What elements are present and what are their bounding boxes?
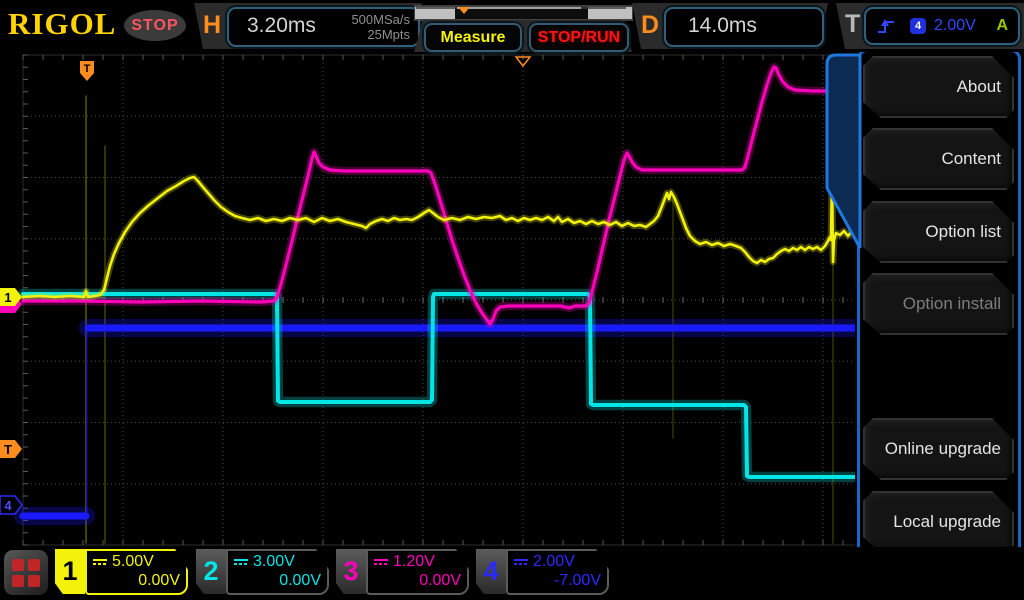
oscilloscope-screen: 1 T 4 T About Content Option list Option insta… <box>0 0 1024 600</box>
channel-number-tab: 3 <box>336 549 366 594</box>
channel-offset: -7.00V <box>514 572 601 592</box>
trigger-slope-icon <box>876 17 898 35</box>
channel-offset: 0.00V <box>93 572 180 592</box>
channel-box-2[interactable]: 2 3.00V 0.00V <box>196 549 329 594</box>
channel-box-3[interactable]: 3 1.20V 0.00V <box>336 549 469 594</box>
menu-button-option-list[interactable]: Option list <box>863 201 1014 263</box>
channel-box-1[interactable]: 1 5.00V 0.00V <box>55 549 188 594</box>
memory-position-bar[interactable] <box>414 5 633 21</box>
sample-rate-readout: 500MSa/s 25Mpts <box>351 12 410 42</box>
channel-number-tab: 1 <box>55 549 85 594</box>
trigger-box[interactable]: 4 2.00V A <box>864 7 1020 45</box>
dc-coupling-icon <box>234 559 248 565</box>
channel-offset: 0.00V <box>234 572 321 592</box>
timebase-box[interactable]: 3.20ms 500MSa/s 25Mpts <box>227 7 420 47</box>
channel-number: 3 <box>343 556 358 587</box>
channel-scale: 5.00V <box>112 553 154 571</box>
menu-button-about[interactable]: About <box>863 56 1014 118</box>
dc-coupling-icon <box>514 559 528 565</box>
channel-number-tab: 2 <box>196 549 226 594</box>
memory-depth: 25Mpts <box>351 27 410 42</box>
trigger-source-badge: 4 <box>910 18 926 34</box>
stop-run-button[interactable]: STOP/RUN <box>529 23 629 52</box>
rigol-logo: RIGOL <box>8 6 116 42</box>
channel-settings: 5.00V 0.00V <box>85 549 188 595</box>
trigger-level: 2.00V <box>934 17 976 35</box>
channel-number: 1 <box>62 556 77 587</box>
channel-scale: 2.00V <box>533 553 575 571</box>
sample-rate: 500MSa/s <box>351 12 410 27</box>
horizontal-label: H <box>203 11 221 40</box>
top-status-bar: RIGOL STOP H 3.20ms 500MSa/s 25Mpts Meas… <box>0 0 1024 52</box>
help-tab[interactable] <box>820 50 864 255</box>
delay-label: D <box>641 11 659 40</box>
channel-number-tab: 4 <box>476 549 506 594</box>
menu-grid-button[interactable] <box>4 550 48 595</box>
trigger-time-flag-label: T <box>84 63 91 75</box>
delay-box[interactable]: 14.0ms <box>664 7 824 47</box>
menu-button-option-install: Option install <box>863 273 1014 335</box>
timebase-value: 3.20ms <box>247 14 316 38</box>
menu-button-online-upgrade[interactable]: Online upgrade <box>863 418 1014 480</box>
dc-coupling-icon <box>374 559 388 565</box>
bottom-status-bar: 1 5.00V 0.00V 2 3.00V 0.00V <box>0 547 1024 600</box>
left-marker-label: T <box>4 442 12 457</box>
channel-settings: 2.00V -7.00V <box>506 549 609 595</box>
measure-button[interactable]: Measure <box>424 23 522 52</box>
left-marker-label: 4 <box>4 498 12 513</box>
menu-button-content[interactable]: Content <box>863 128 1014 190</box>
trigger-label: T <box>845 10 860 39</box>
dc-coupling-icon <box>93 559 107 565</box>
help-menu-panel: About Content Option list Option install Onl… <box>855 46 1024 576</box>
channel-number: 2 <box>203 556 218 587</box>
run-state-badge: STOP <box>124 10 186 41</box>
channel-settings: 1.20V 0.00V <box>366 549 469 595</box>
menu-button-local-upgrade[interactable]: Local upgrade <box>863 491 1014 553</box>
channel-scale: 3.00V <box>253 553 295 571</box>
channel-offset: 0.00V <box>374 572 461 592</box>
trigger-sweep-mode: A <box>996 17 1008 35</box>
channel-number: 4 <box>483 556 498 587</box>
channel-box-4[interactable]: 4 2.00V -7.00V <box>476 549 609 594</box>
left-marker-label: 1 <box>4 290 11 305</box>
channel-settings: 3.00V 0.00V <box>226 549 329 595</box>
channel-scale: 1.20V <box>393 553 435 571</box>
delay-value: 14.0ms <box>688 14 757 38</box>
